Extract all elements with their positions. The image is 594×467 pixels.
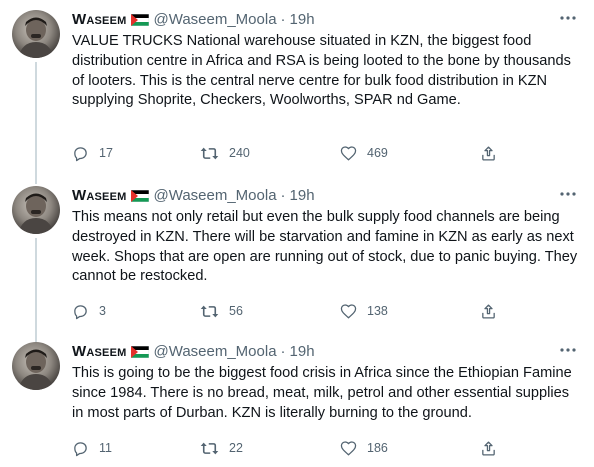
reply-count: 11	[99, 441, 112, 455]
author-name[interactable]: Waseem	[72, 187, 126, 204]
more-options-icon[interactable]	[558, 8, 578, 28]
author-handle[interactable]: @Waseem_Moola	[153, 11, 276, 28]
retweet-button[interactable]: 56	[200, 301, 243, 321]
thread-line	[35, 62, 37, 184]
reply-icon	[74, 441, 87, 456]
palestine-flag-icon	[131, 345, 150, 359]
retweet-count: 56	[229, 304, 243, 318]
like-icon	[340, 304, 357, 319]
tweet-text: VALUE TRUCKS National warehouse situated…	[72, 33, 571, 109]
palestine-flag-icon	[131, 13, 150, 27]
like-button[interactable]: 186	[340, 438, 388, 458]
author-name[interactable]: Waseem	[72, 11, 126, 28]
author-handle[interactable]: @Waseem_Moola	[153, 187, 276, 204]
tweet-actions: 17 240 469	[72, 143, 512, 163]
share-button[interactable]	[480, 438, 497, 458]
reply-button[interactable]: 11	[72, 438, 112, 458]
author-name[interactable]: Waseem	[72, 343, 126, 360]
reply-icon	[74, 146, 87, 161]
share-button[interactable]	[480, 301, 497, 321]
palestine-flag-icon	[131, 189, 150, 203]
timestamp[interactable]: 19h	[290, 187, 315, 204]
avatar[interactable]	[12, 342, 60, 390]
like-icon	[340, 441, 357, 456]
tweet-text: This means not only retail but even the …	[72, 209, 578, 285]
avatar-photo-icon	[18, 17, 54, 58]
retweet-button[interactable]: 240	[200, 143, 250, 163]
tweet-3[interactable]: Waseem @Waseem_Moola · 19h This is going…	[0, 332, 594, 467]
thread-line	[35, 238, 37, 342]
reply-button[interactable]: 3	[72, 301, 106, 321]
tweet-header: Waseem @Waseem_Moola · 19h	[72, 10, 315, 28]
timestamp[interactable]: 19h	[290, 11, 315, 28]
retweet-count: 22	[229, 441, 243, 455]
share-icon	[482, 440, 495, 456]
share-icon	[482, 303, 495, 319]
retweet-button[interactable]: 22	[200, 438, 243, 458]
like-icon	[340, 146, 357, 161]
more-options-icon[interactable]	[558, 184, 578, 204]
more-options-icon[interactable]	[558, 340, 578, 360]
avatar[interactable]	[12, 10, 60, 58]
tweet-2[interactable]: Waseem @Waseem_Moola · 19h This means no…	[0, 176, 594, 342]
tweet-header: Waseem @Waseem_Moola · 19h	[72, 342, 315, 360]
retweet-icon	[200, 147, 219, 159]
reply-count: 17	[99, 146, 113, 160]
separator-dot: ·	[280, 10, 286, 28]
tweet-text: This is going to be the biggest food cri…	[72, 365, 572, 421]
like-count: 469	[367, 146, 388, 160]
like-button[interactable]: 138	[340, 301, 388, 321]
retweet-icon	[200, 305, 219, 317]
timestamp[interactable]: 19h	[290, 343, 315, 360]
author-handle[interactable]: @Waseem_Moola	[153, 343, 276, 360]
share-icon	[482, 145, 495, 161]
avatar-photo-icon	[18, 193, 54, 234]
avatar-photo-icon	[18, 349, 54, 390]
tweet-actions: 11 22 186	[72, 438, 512, 458]
reply-count: 3	[99, 304, 106, 318]
like-button[interactable]: 469	[340, 143, 388, 163]
reply-icon	[74, 304, 87, 319]
reply-button[interactable]: 17	[72, 143, 113, 163]
share-button[interactable]	[480, 143, 497, 163]
separator-dot: ·	[280, 186, 286, 204]
avatar[interactable]	[12, 186, 60, 234]
tweet-header: Waseem @Waseem_Moola · 19h	[72, 186, 315, 204]
separator-dot: ·	[280, 342, 286, 360]
tweet-1[interactable]: Waseem @Waseem_Moola · 19h VALUE TRUCKS …	[0, 0, 594, 184]
retweet-count: 240	[229, 146, 250, 160]
tweet-actions: 3 56 138	[72, 301, 512, 321]
like-count: 186	[367, 441, 388, 455]
like-count: 138	[367, 304, 388, 318]
retweet-icon	[200, 442, 219, 454]
